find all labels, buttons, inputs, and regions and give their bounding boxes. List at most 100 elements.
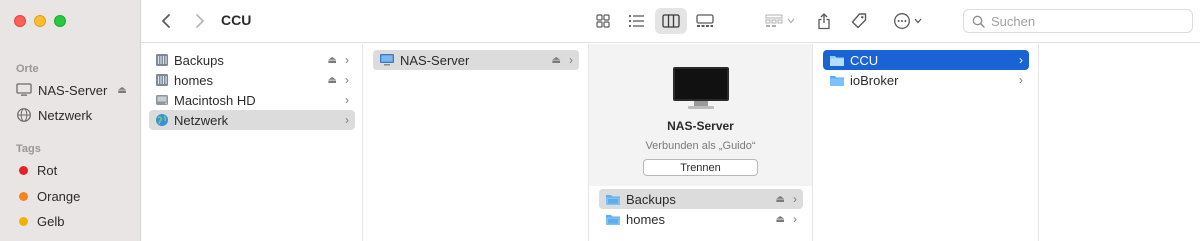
- connection-status: Verbunden als „Guido“: [645, 140, 756, 152]
- item-label: Netzwerk: [174, 112, 229, 128]
- sidebar-item-label: Rot: [37, 162, 58, 178]
- item-label: NAS-Server: [400, 52, 470, 68]
- sidebar-item-netzwerk[interactable]: Netzwerk: [16, 105, 92, 125]
- eject-icon[interactable]: ⏏: [328, 55, 337, 66]
- display-icon: [16, 83, 32, 96]
- list-item-macintosh-hd[interactable]: Macintosh HD ›: [149, 90, 355, 110]
- list-item-netzwerk[interactable]: Netzwerk ›: [149, 110, 355, 130]
- chevron-right-icon: ›: [345, 53, 349, 67]
- eject-icon[interactable]: ⏏: [776, 194, 785, 205]
- minimize-window-button[interactable]: [34, 15, 46, 27]
- hard-disk-icon: [156, 95, 168, 105]
- group-by-button[interactable]: [761, 11, 799, 31]
- chevron-right-icon: ›: [793, 192, 797, 206]
- globe-icon: [156, 114, 168, 126]
- list-item-iobroker[interactable]: ioBroker ›: [823, 70, 1029, 90]
- shared-folder-icon: [606, 194, 620, 205]
- search-icon: [972, 15, 985, 28]
- chevron-right-icon: ›: [345, 113, 349, 127]
- chevron-down-icon: [787, 18, 795, 24]
- list-item-homes[interactable]: homes ⏏ ›: [149, 70, 355, 90]
- sidebar-item-label: Orange: [37, 188, 81, 204]
- item-label: CCU: [850, 52, 879, 68]
- list-item-homes[interactable]: homes ⏏ ›: [599, 209, 803, 229]
- sidebar-tag-orange[interactable]: Orange: [16, 186, 80, 206]
- window-title: CCU: [221, 12, 252, 28]
- chevron-right-icon: ›: [345, 93, 349, 107]
- folder-icon: [830, 55, 844, 66]
- column-view-button[interactable]: [655, 8, 687, 34]
- sidebar-item-nas-server[interactable]: NAS-Server ⏏: [16, 80, 127, 100]
- folder-icon: [830, 75, 844, 86]
- ellipsis-circle-icon: [893, 13, 910, 29]
- disconnect-button[interactable]: Trennen: [643, 159, 758, 176]
- sidebar-item-label: NAS-Server: [38, 82, 108, 98]
- item-label: ioBroker: [850, 72, 899, 88]
- more-actions-button[interactable]: [889, 11, 925, 31]
- chevron-right-icon: ›: [1019, 53, 1023, 67]
- item-label: homes: [626, 211, 666, 227]
- toolbar: CCU Suchen: [141, 0, 1200, 43]
- sidebar-section-tags: Tags: [16, 143, 41, 155]
- view-mode-switcher: [587, 8, 721, 34]
- list-item-backups[interactable]: Backups ⏏ ›: [599, 189, 803, 209]
- list-view-button[interactable]: [621, 8, 653, 34]
- search-placeholder: Suchen: [991, 13, 1036, 29]
- eject-icon[interactable]: ⏏: [328, 75, 337, 86]
- preview-server-name: NAS-Server: [667, 119, 734, 133]
- sidebar: Orte NAS-Server ⏏ Netzwerk Tags Rot Oran…: [0, 0, 141, 241]
- tag-icon: [851, 13, 867, 29]
- server-preview: NAS-Server Verbunden als „Guido“ Trennen: [589, 44, 812, 186]
- sidebar-item-label: Gelb: [37, 213, 65, 229]
- display-icon: [673, 67, 729, 109]
- shared-folder-icon: [606, 214, 620, 225]
- list-item-nas-server[interactable]: NAS-Server ⏏ ›: [373, 50, 579, 70]
- column-4: CCU › ioBroker ›: [813, 44, 1039, 241]
- column-1: Backups ⏏ › homes ⏏ › Macintosh HD › Netzw…: [141, 44, 363, 241]
- item-label: Backups: [626, 191, 676, 207]
- sidebar-item-label: Netzwerk: [38, 107, 93, 123]
- search-field[interactable]: Suchen: [963, 9, 1193, 33]
- columns-icon: [662, 14, 680, 28]
- tags-button[interactable]: [847, 10, 871, 32]
- sidebar-section-orte: Orte: [16, 63, 39, 75]
- server-volume-icon: [156, 54, 168, 66]
- chevron-down-icon: [914, 18, 921, 24]
- tag-color-dot: [19, 216, 28, 226]
- back-button[interactable]: [155, 11, 177, 31]
- group-icon: [765, 14, 783, 27]
- close-window-button[interactable]: [14, 15, 26, 27]
- grid-icon: [596, 14, 610, 28]
- share-button[interactable]: [813, 9, 835, 33]
- chevron-right-icon: ›: [345, 73, 349, 87]
- list-icon: [628, 14, 644, 28]
- display-icon: [380, 54, 394, 66]
- share-icon: [818, 13, 830, 30]
- gallery-view-button[interactable]: [689, 8, 721, 34]
- sidebar-tag-rot[interactable]: Rot: [16, 160, 57, 180]
- chevron-right-icon: ›: [1019, 73, 1023, 87]
- item-label: Backups: [174, 52, 224, 68]
- gallery-icon: [696, 14, 714, 27]
- chevron-right-icon: ›: [569, 53, 573, 67]
- chevron-right-icon: ›: [793, 212, 797, 226]
- column-3: NAS-Server Verbunden als „Guido“ Trennen…: [589, 44, 813, 241]
- eject-icon[interactable]: ⏏: [552, 55, 561, 66]
- icon-view-button[interactable]: [587, 8, 619, 34]
- window-controls: [14, 15, 66, 27]
- eject-icon[interactable]: ⏏: [117, 85, 126, 96]
- sidebar-tag-gelb[interactable]: Gelb: [16, 211, 64, 231]
- forward-button[interactable]: [189, 11, 211, 31]
- server-volume-icon: [156, 74, 168, 86]
- eject-icon[interactable]: ⏏: [776, 214, 785, 225]
- item-label: Macintosh HD: [174, 92, 256, 108]
- column-2: NAS-Server ⏏ ›: [363, 44, 589, 241]
- list-item-ccu[interactable]: CCU ›: [823, 50, 1029, 70]
- tag-color-dot: [19, 165, 28, 175]
- chevron-right-icon: [196, 14, 204, 28]
- globe-icon: [17, 108, 31, 122]
- tag-color-dot: [19, 191, 28, 201]
- chevron-left-icon: [162, 14, 170, 28]
- list-item-backups[interactable]: Backups ⏏ ›: [149, 50, 355, 70]
- zoom-window-button[interactable]: [54, 15, 66, 27]
